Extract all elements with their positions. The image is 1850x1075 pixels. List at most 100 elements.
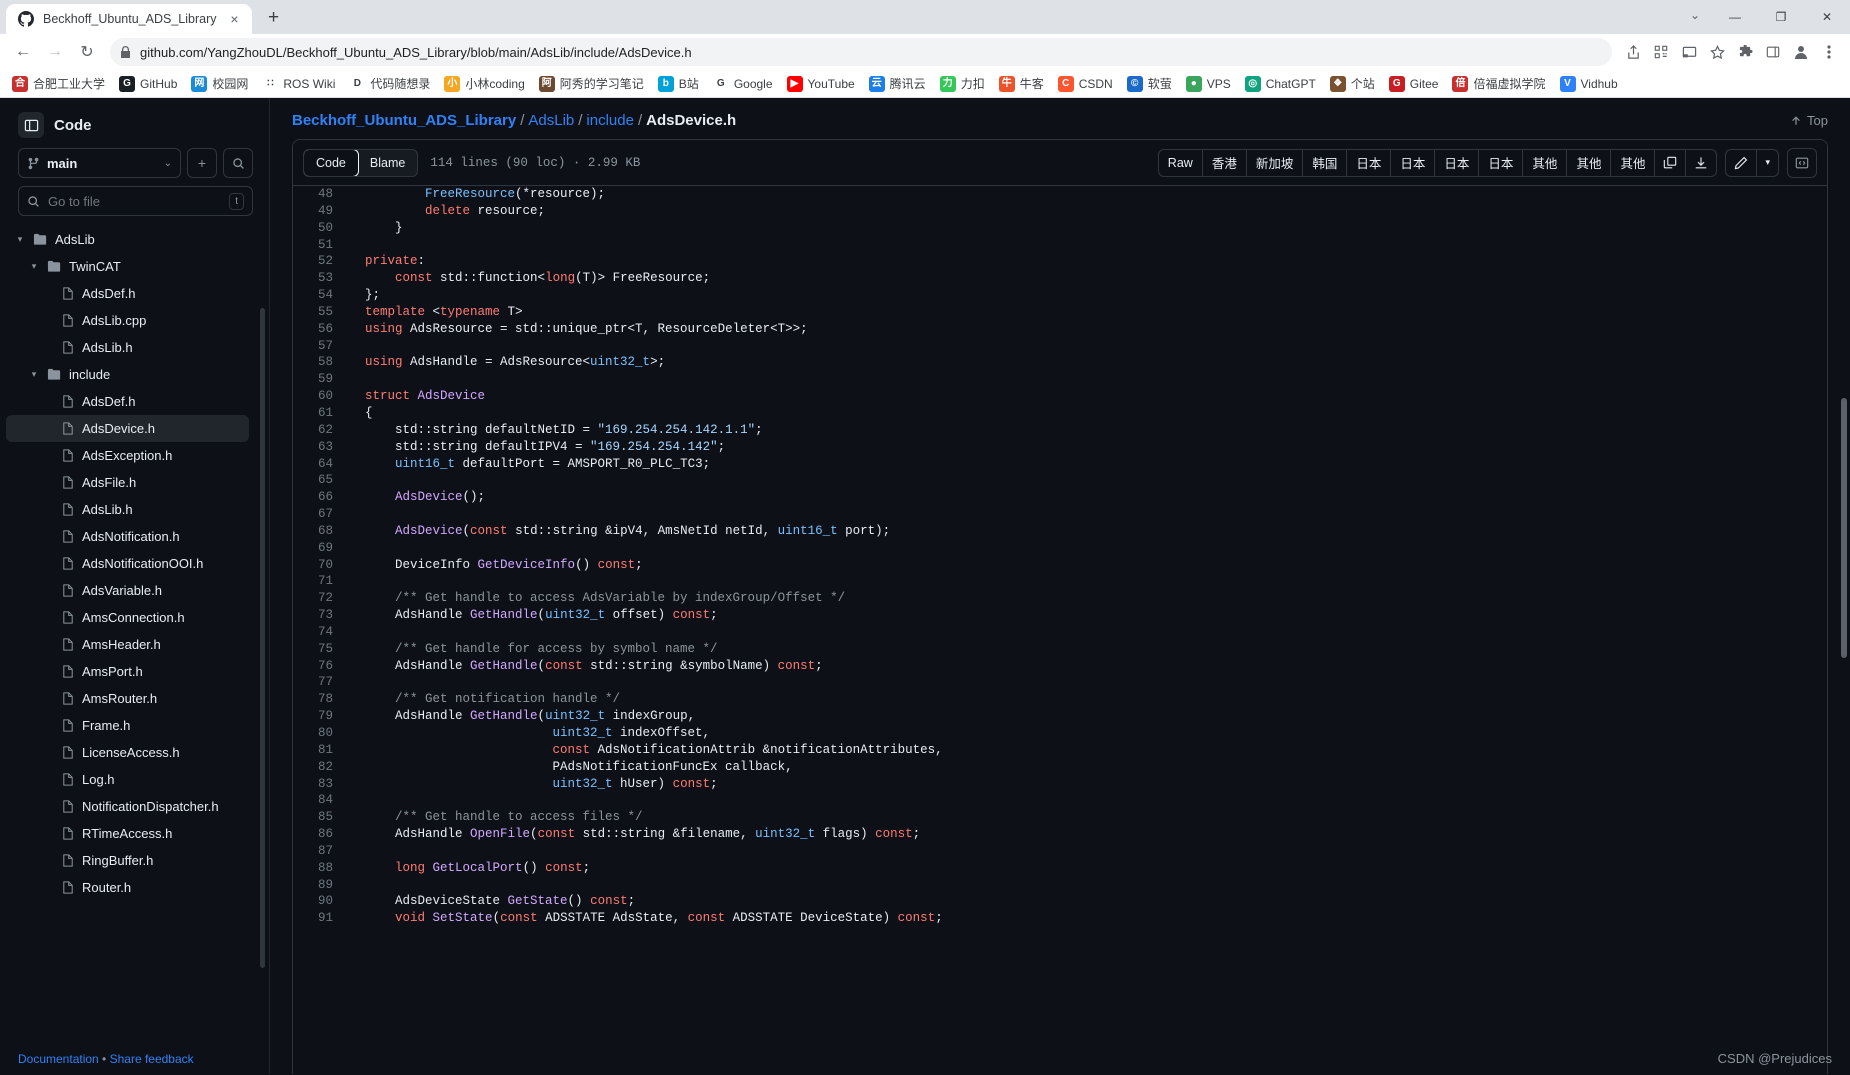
line-number[interactable]: 70 bbox=[293, 557, 349, 574]
menu-icon[interactable] bbox=[1816, 39, 1842, 65]
line-number[interactable]: 65 bbox=[293, 472, 349, 489]
bookmark-item[interactable]: GGitee bbox=[1383, 73, 1445, 95]
sidepanel-icon[interactable] bbox=[1760, 39, 1786, 65]
line-number[interactable]: 54 bbox=[293, 287, 349, 304]
forward-button[interactable]: → bbox=[40, 37, 70, 67]
code-line[interactable]: 53 const std::function<long(T)> FreeReso… bbox=[293, 270, 1827, 287]
line-number[interactable]: 53 bbox=[293, 270, 349, 287]
tree-file-LicenseAccess.h[interactable]: ▾LicenseAccess.h bbox=[6, 739, 249, 766]
line-number[interactable]: 57 bbox=[293, 338, 349, 355]
bookmark-item[interactable]: 合合肥工业大学 bbox=[6, 72, 111, 95]
back-button[interactable]: ← bbox=[8, 37, 38, 67]
raw-button[interactable]: Raw bbox=[1159, 150, 1203, 176]
tree-file-AdsVariable.h[interactable]: ▾AdsVariable.h bbox=[6, 577, 249, 604]
code-line[interactable]: 52private: bbox=[293, 253, 1827, 270]
code-line[interactable]: 48 FreeResource(*resource); bbox=[293, 186, 1827, 203]
line-number[interactable]: 72 bbox=[293, 590, 349, 607]
code-line[interactable]: 56using AdsResource = std::unique_ptr<T,… bbox=[293, 321, 1827, 338]
documentation-link[interactable]: Documentation bbox=[18, 1052, 99, 1066]
bookmark-item[interactable]: ▶YouTube bbox=[781, 73, 861, 95]
bookmark-item[interactable]: ∷ROS Wiki bbox=[256, 73, 341, 95]
tree-file-AdsLib.cpp[interactable]: ▾AdsLib.cpp bbox=[6, 307, 249, 334]
bookmark-item[interactable]: GGoogle bbox=[707, 73, 779, 95]
code-line[interactable]: 63 std::string defaultIPV4 = "169.254.25… bbox=[293, 439, 1827, 456]
pencil-icon[interactable] bbox=[1726, 150, 1757, 176]
chevron-down-icon[interactable]: ▾ bbox=[14, 234, 26, 245]
tree-file-AmsPort.h[interactable]: ▾AmsPort.h bbox=[6, 658, 249, 685]
line-number[interactable]: 91 bbox=[293, 910, 349, 927]
line-number[interactable]: 51 bbox=[293, 237, 349, 254]
line-number[interactable]: 61 bbox=[293, 405, 349, 422]
code-line[interactable]: 66 AdsDevice(); bbox=[293, 489, 1827, 506]
code-line[interactable]: 89 bbox=[293, 877, 1827, 894]
code-line[interactable]: 64 uint16_t defaultPort = AMSPORT_R0_PLC… bbox=[293, 456, 1827, 473]
tab-blame[interactable]: Blame bbox=[358, 150, 417, 176]
code-line[interactable]: 81 const AdsNotificationAttrib &notifica… bbox=[293, 742, 1827, 759]
bookmark-item[interactable]: CCSDN bbox=[1052, 73, 1119, 95]
bookmark-item[interactable]: bB站 bbox=[652, 72, 705, 95]
chevron-down-icon[interactable]: ▾ bbox=[1757, 150, 1778, 176]
tree-file-AdsException.h[interactable]: ▾AdsException.h bbox=[6, 442, 249, 469]
bookmark-item[interactable]: ❖个站 bbox=[1324, 72, 1381, 95]
tree-file-Frame.h[interactable]: ▾Frame.h bbox=[6, 712, 249, 739]
tree-file-AdsFile.h[interactable]: ▾AdsFile.h bbox=[6, 469, 249, 496]
tree-file-AdsDef.h[interactable]: ▾AdsDef.h bbox=[6, 388, 249, 415]
locale-button-6[interactable]: 日本 bbox=[1479, 150, 1523, 176]
bookmark-item[interactable]: 倍倍福虚拟学院 bbox=[1446, 72, 1551, 95]
locale-button-1[interactable]: 新加坡 bbox=[1247, 150, 1304, 176]
tree-file-Router.h[interactable]: ▾Router.h bbox=[6, 874, 249, 901]
code-line[interactable]: 74 bbox=[293, 624, 1827, 641]
line-number[interactable]: 79 bbox=[293, 708, 349, 725]
code-line[interactable]: 88 long GetLocalPort() const; bbox=[293, 860, 1827, 877]
line-number[interactable]: 58 bbox=[293, 354, 349, 371]
code-line[interactable]: 84 bbox=[293, 792, 1827, 809]
bookmark-item[interactable]: 云腾讯云 bbox=[863, 72, 932, 95]
line-number[interactable]: 55 bbox=[293, 304, 349, 321]
bookmark-item[interactable]: 小小林coding bbox=[438, 72, 530, 95]
code-line[interactable]: 78 /** Get notification handle */ bbox=[293, 691, 1827, 708]
line-number[interactable]: 52 bbox=[293, 253, 349, 270]
chevron-down-icon[interactable]: ⌄ bbox=[1690, 8, 1700, 22]
copy-icon[interactable] bbox=[1655, 150, 1686, 176]
line-number[interactable]: 59 bbox=[293, 371, 349, 388]
code-line[interactable]: 79 AdsHandle GetHandle(uint32_t indexGro… bbox=[293, 708, 1827, 725]
code-line[interactable]: 51 bbox=[293, 237, 1827, 254]
code-line[interactable]: 73 AdsHandle GetHandle(uint32_t offset) … bbox=[293, 607, 1827, 624]
line-number[interactable]: 68 bbox=[293, 523, 349, 540]
bookmark-item[interactable]: 力力扣 bbox=[934, 72, 991, 95]
bookmark-item[interactable]: 阿阿秀的学习笔记 bbox=[533, 72, 650, 95]
tree-file-AmsConnection.h[interactable]: ▾AmsConnection.h bbox=[6, 604, 249, 631]
chevron-down-icon[interactable]: ▾ bbox=[28, 261, 40, 272]
breadcrumb-part-AdsLib[interactable]: AdsLib bbox=[528, 112, 574, 129]
breadcrumb-root[interactable]: Beckhoff_Ubuntu_ADS_Library bbox=[292, 112, 516, 129]
line-number[interactable]: 56 bbox=[293, 321, 349, 338]
code-line[interactable]: 69 bbox=[293, 540, 1827, 557]
bookmark-item[interactable]: VVidhub bbox=[1554, 73, 1624, 95]
address-bar[interactable]: github.com/YangZhouDL/Beckhoff_Ubuntu_AD… bbox=[110, 38, 1612, 66]
line-number[interactable]: 87 bbox=[293, 843, 349, 860]
line-number[interactable]: 62 bbox=[293, 422, 349, 439]
line-number[interactable]: 49 bbox=[293, 203, 349, 220]
locale-button-9[interactable]: 其他 bbox=[1611, 150, 1655, 176]
code-brackets-icon[interactable] bbox=[1787, 148, 1817, 178]
bookmark-item[interactable]: ●VPS bbox=[1180, 73, 1237, 95]
branch-selector[interactable]: main ⌄ bbox=[18, 148, 181, 178]
code-line[interactable]: 85 /** Get handle to access files */ bbox=[293, 809, 1827, 826]
locale-button-8[interactable]: 其他 bbox=[1567, 150, 1611, 176]
line-number[interactable]: 76 bbox=[293, 658, 349, 675]
code-line[interactable]: 75 /** Get handle for access by symbol n… bbox=[293, 641, 1827, 658]
code-line[interactable]: 55template <typename T> bbox=[293, 304, 1827, 321]
search-input[interactable]: Go to file t bbox=[18, 186, 253, 216]
url-text[interactable]: github.com/YangZhouDL/Beckhoff_Ubuntu_AD… bbox=[140, 45, 1602, 60]
bookmark-item[interactable]: D代码随想录 bbox=[343, 72, 436, 95]
top-link[interactable]: Top bbox=[1790, 113, 1828, 128]
line-number[interactable]: 73 bbox=[293, 607, 349, 624]
locale-button-7[interactable]: 其他 bbox=[1523, 150, 1567, 176]
line-number[interactable]: 85 bbox=[293, 809, 349, 826]
line-number[interactable]: 77 bbox=[293, 674, 349, 691]
code-line[interactable]: 57 bbox=[293, 338, 1827, 355]
line-number[interactable]: 60 bbox=[293, 388, 349, 405]
code-line[interactable]: 59 bbox=[293, 371, 1827, 388]
line-number[interactable]: 89 bbox=[293, 877, 349, 894]
tree-file-RingBuffer.h[interactable]: ▾RingBuffer.h bbox=[6, 847, 249, 874]
